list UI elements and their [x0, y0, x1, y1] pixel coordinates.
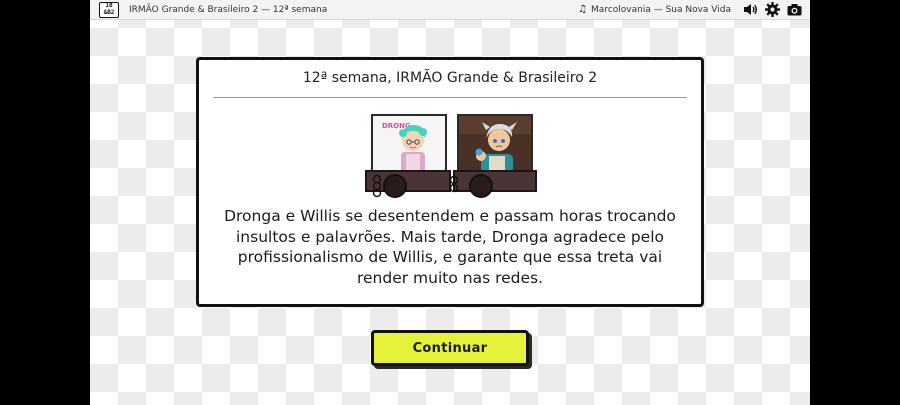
event-panel: 12ª semana, IRMÃO Grande & Brasileiro 2 …	[196, 57, 704, 307]
volume-icon[interactable]	[742, 1, 759, 18]
portrait-willis	[457, 114, 533, 178]
top-bar: 10 &B2 IRMÃO Grande & Brasileiro 2 — 12ª…	[90, 0, 810, 20]
tribute-portraits: DRONG	[365, 114, 537, 198]
chain-icon	[449, 175, 459, 193]
event-description: Dronga e Willis se desentendem e passam …	[224, 207, 676, 287]
logo-line-2: &B2	[103, 8, 115, 16]
wheel	[469, 174, 493, 198]
event-title: 12ª semana, IRMÃO Grande & Brasileiro 2	[302, 70, 598, 86]
settings-gear-icon[interactable]	[764, 1, 781, 18]
music-note-icon: ♫	[578, 4, 588, 15]
window-title: IRMÃO Grande & Brasileiro 2 — 12ª semana	[129, 4, 328, 15]
continue-button[interactable]: Continuar	[371, 330, 529, 366]
chain-icon	[372, 174, 382, 198]
game-logo: 10 &B2	[99, 1, 119, 18]
portrait-dronga: DRONG	[371, 114, 447, 178]
cart-right	[453, 170, 537, 192]
camera-icon[interactable]	[786, 1, 803, 18]
now-playing-song: Marcolovania — Sua Nova Vida	[591, 4, 731, 15]
game-screen: 10 &B2 IRMÃO Grande & Brasileiro 2 — 12ª…	[90, 0, 810, 405]
title-divider	[213, 97, 687, 98]
